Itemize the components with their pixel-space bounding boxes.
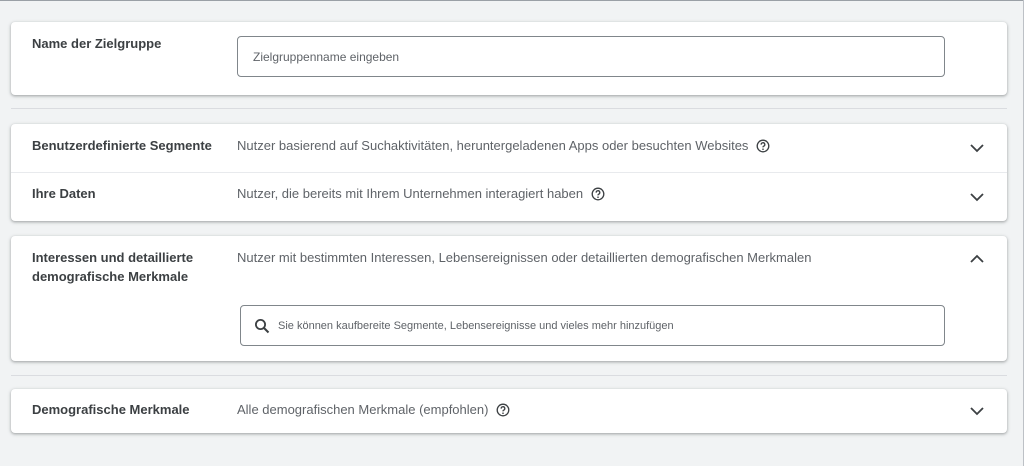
demographics-card: Demografische Merkmale Alle demografisch…	[11, 389, 1007, 433]
custom-segments-text: Nutzer basierend auf Suchaktivitäten, he…	[237, 138, 749, 153]
custom-segments-label: Benutzerdefinierte Segmente	[32, 138, 212, 153]
demographics-label: Demografische Merkmale	[32, 402, 190, 417]
help-circle-icon[interactable]	[591, 187, 605, 201]
section-custom-segments[interactable]: Benutzerdefinierte Segmente Nutzer basie…	[11, 124, 1007, 172]
interests-card: Interessen und detaillierte demografisch…	[11, 236, 1007, 361]
help-circle-icon[interactable]	[496, 403, 510, 417]
segments-card: Benutzerdefinierte Segmente Nutzer basie…	[11, 124, 1007, 221]
help-circle-icon[interactable]	[756, 139, 770, 153]
chevron-down-icon[interactable]	[969, 189, 985, 205]
top-border	[0, 0, 1024, 1]
your-data-label: Ihre Daten	[32, 186, 96, 201]
section-separator	[11, 108, 1007, 109]
chevron-down-icon[interactable]	[969, 140, 985, 156]
interests-label-line2: demografische Merkmale	[32, 269, 189, 284]
interests-text: Nutzer mit bestimmten Interessen, Lebens…	[237, 250, 812, 265]
demographics-text: Alle demografischen Merkmale (empfohlen)	[237, 402, 489, 417]
section-demographics[interactable]: Demografische Merkmale Alle demografisch…	[11, 389, 1007, 433]
chevron-down-icon[interactable]	[969, 403, 985, 419]
interests-search-input[interactable]: Sie können kaufbereite Segmente, Lebense…	[240, 305, 945, 346]
audience-name-placeholder: Zielgruppenname eingeben	[253, 49, 400, 64]
demographics-description: Alle demografischen Merkmale (empfohlen)	[237, 400, 510, 419]
section-your-data[interactable]: Ihre Daten Nutzer, die bereits mit Ihrem…	[11, 173, 1007, 221]
interests-search-placeholder: Sie können kaufbereite Segmente, Lebense…	[278, 319, 674, 332]
custom-segments-description: Nutzer basierend auf Suchaktivitäten, he…	[237, 136, 770, 155]
section-interests-header[interactable]: Interessen und detaillierte demografisch…	[11, 236, 1007, 292]
interests-description: Nutzer mit bestimmten Interessen, Lebens…	[237, 248, 811, 267]
interests-label: Interessen und detaillierte demografisch…	[32, 248, 193, 286]
search-icon	[255, 318, 270, 333]
audience-name-label: Name der Zielgruppe	[32, 36, 162, 51]
audience-name-input[interactable]: Zielgruppenname eingeben	[237, 36, 945, 77]
interests-label-line1: Interessen und detaillierte	[32, 250, 194, 265]
chevron-up-icon[interactable]	[969, 251, 985, 267]
your-data-description: Nutzer, die bereits mit Ihrem Unternehme…	[237, 184, 605, 203]
your-data-text: Nutzer, die bereits mit Ihrem Unternehme…	[237, 186, 584, 201]
audience-name-card: Name der Zielgruppe Zielgruppenname eing…	[11, 22, 1007, 95]
section-separator	[11, 375, 1007, 376]
